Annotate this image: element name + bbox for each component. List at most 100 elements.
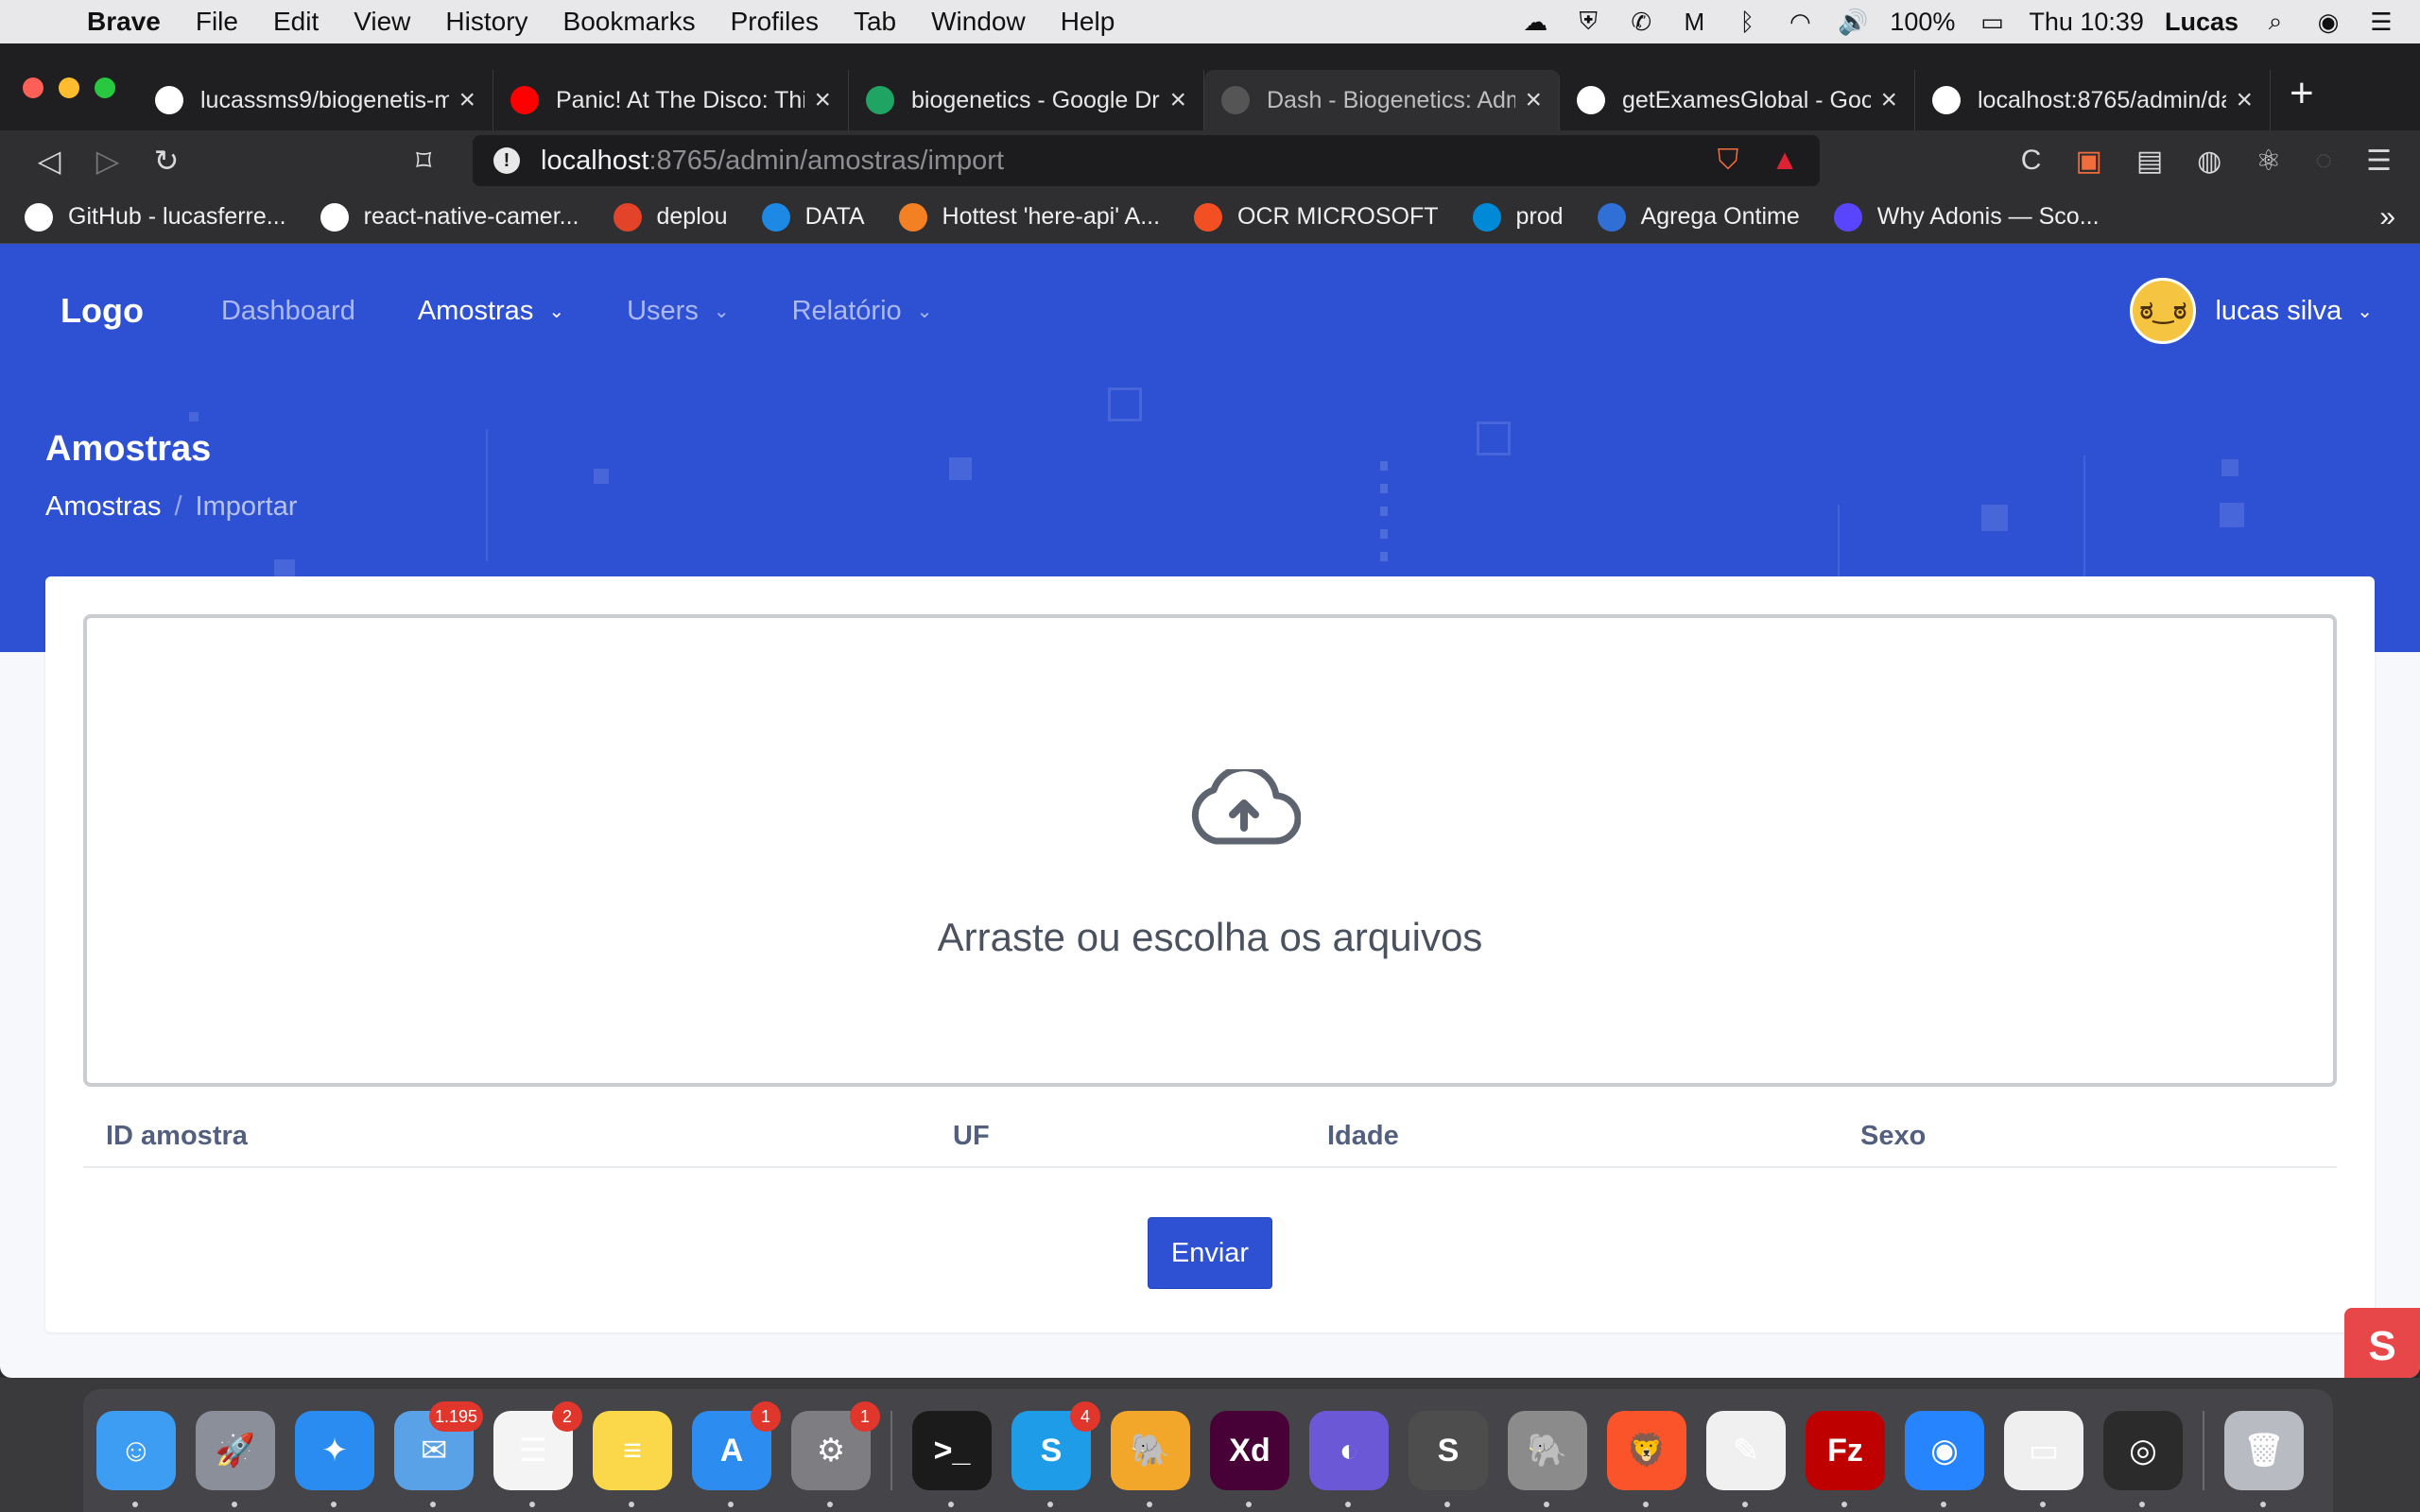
bookmark-item[interactable]: prod <box>1472 202 1564 232</box>
whatsapp-status-icon[interactable]: ✆ <box>1625 8 1657 36</box>
menu-edit[interactable]: Edit <box>273 7 319 37</box>
menu-history[interactable]: History <box>445 7 527 37</box>
bookmark-item[interactable]: DATA <box>761 202 865 232</box>
bookmark-item[interactable]: react-native-camer... <box>320 202 579 232</box>
creative-cloud-icon[interactable]: ◎ <box>2103 1411 2183 1507</box>
terminal-icon[interactable]: >_ <box>912 1411 992 1507</box>
address-bar[interactable]: ! localhost :8765/admin/amostras/import … <box>473 135 1820 186</box>
nav-relatorio-label: Relatório <box>791 295 902 326</box>
launchpad-icon[interactable]: 🚀 <box>196 1411 275 1507</box>
malwarebytes-status-icon[interactable]: M <box>1678 8 1710 36</box>
tableplus-icon[interactable]: 🐘 <box>1111 1411 1190 1507</box>
creative-cloud-status-icon[interactable]: ☁ <box>1519 8 1551 36</box>
brave-rewards-icon[interactable]: ▲ <box>1771 145 1799 177</box>
extension-c-icon[interactable]: C <box>2021 145 2042 178</box>
nav-relatorio[interactable]: Relatório ⌄ <box>792 296 933 327</box>
volume-icon[interactable]: 🔊 <box>1837 8 1869 36</box>
bookmark-item[interactable]: Agrega Ontime <box>1597 202 1800 232</box>
breadcrumb-link-amostras[interactable]: Amostras <box>45 491 161 523</box>
menu-bookmarks[interactable]: Bookmarks <box>563 7 696 37</box>
browser-tab[interactable]: Dash - Biogenetics: Adm × <box>1204 70 1560 130</box>
extension-clipboard-icon[interactable]: ▤ <box>2136 145 2163 178</box>
bluetooth-icon[interactable]: ᛒ <box>1731 8 1763 36</box>
reminders-icon[interactable]: ☰ 2 <box>493 1401 582 1507</box>
bookmark-item[interactable]: Hottest 'here-api' A... <box>898 202 1160 232</box>
sourcetree-icon[interactable]: ◉ <box>1905 1411 1984 1507</box>
menu-view[interactable]: View <box>354 7 410 37</box>
browser-menu-icon[interactable]: ☰ <box>2366 145 2392 178</box>
file-dropzone[interactable]: Arraste ou escolha os arquivos <box>83 614 2337 1087</box>
submit-button[interactable]: Enviar <box>1148 1217 1272 1289</box>
vpn-status-icon[interactable]: ⛨ <box>1572 7 1604 36</box>
browser-tab[interactable]: biogenetics - Google Dri × <box>849 70 1204 130</box>
menu-app-name[interactable]: Brave <box>87 7 161 37</box>
redux-devtools-icon[interactable]: ◌ <box>2315 145 2332 178</box>
textedit-icon[interactable]: ✎ <box>1706 1411 1786 1507</box>
site-info-icon[interactable]: ! <box>493 147 520 174</box>
menu-window[interactable]: Window <box>931 7 1026 37</box>
menu-file[interactable]: File <box>196 7 238 37</box>
close-tab-icon[interactable]: × <box>2236 84 2253 116</box>
filezilla-icon[interactable]: Fz <box>1806 1411 1885 1507</box>
breadcrumb-current: Importar <box>195 491 298 522</box>
browser-tab[interactable]: lucassms9/biogenetis-m × <box>138 70 493 130</box>
notes-icon[interactable]: ≡ <box>593 1411 672 1507</box>
react-devtools-icon[interactable]: ⚛ <box>2256 145 2281 178</box>
close-window-button[interactable] <box>23 77 43 98</box>
finder-icon[interactable]: ☺ <box>96 1411 176 1507</box>
nav-amostras[interactable]: Amostras ⌄ <box>418 296 564 327</box>
skype-icon[interactable]: S4 <box>1011 1401 1100 1507</box>
close-tab-icon[interactable]: × <box>458 84 475 116</box>
fullscreen-window-button[interactable] <box>95 77 115 98</box>
preview-icon[interactable]: ▭ <box>2004 1411 2083 1507</box>
user-menu[interactable]: ಠ‿ಠ lucas silva ⌄ <box>2130 278 2373 344</box>
notification-center-icon[interactable]: ☰ <box>2365 8 2397 36</box>
app-store-icon[interactable]: A1 <box>692 1401 781 1507</box>
back-icon[interactable]: ◁ <box>25 143 74 179</box>
safari-icon[interactable]: ✦ <box>295 1411 374 1507</box>
minimize-window-button[interactable] <box>59 77 79 98</box>
forward-icon[interactable]: ▷ <box>83 143 132 179</box>
trash-icon[interactable]: 🗑 <box>2224 1411 2304 1507</box>
mail-icon[interactable]: ✉ 1.195 <box>394 1401 483 1507</box>
floating-widget-icon[interactable]: S <box>2344 1308 2420 1378</box>
browser-tab[interactable]: Panic! At The Disco: This × <box>493 70 849 130</box>
clock[interactable]: Thu 10:39 <box>2029 8 2144 37</box>
extension-off-icon[interactable]: ▣ <box>2075 145 2101 178</box>
browser-tab[interactable]: getExamesGlobal - Goog × <box>1560 70 1915 130</box>
nav-users[interactable]: Users ⌄ <box>627 296 730 327</box>
bookmark-item[interactable]: Why Adonis — Sco... <box>1833 202 2100 232</box>
bookmark-item[interactable]: OCR MICROSOFT <box>1194 202 1439 232</box>
running-indicator <box>1444 1502 1450 1507</box>
close-tab-icon[interactable]: × <box>1169 84 1186 116</box>
close-tab-icon[interactable]: × <box>814 84 831 116</box>
logo[interactable]: Logo <box>60 291 144 331</box>
new-tab-button[interactable]: + <box>2271 70 2314 130</box>
brave-shields-icon[interactable]: ⛉ <box>1718 145 1739 177</box>
menu-tab[interactable]: Tab <box>854 7 896 37</box>
browser-tab[interactable]: localhost:8765/admin/da × <box>1915 70 2271 130</box>
battery-icon[interactable]: ▭ <box>1976 8 2008 36</box>
close-tab-icon[interactable]: × <box>1880 84 1897 116</box>
extension-circle-icon[interactable]: ◍ <box>2197 145 2221 178</box>
siri-icon[interactable]: ◉ <box>2312 8 2344 36</box>
bookmark-item[interactable]: GitHub - lucasferre... <box>25 202 286 232</box>
import-card: Arraste ou escolha os arquivos ID amostr… <box>45 576 2375 1332</box>
menu-profiles[interactable]: Profiles <box>731 7 819 37</box>
menu-help[interactable]: Help <box>1061 7 1115 37</box>
brave-icon[interactable]: 🦁 <box>1607 1411 1686 1507</box>
spotlight-search-icon[interactable]: ⌕ <box>2259 7 2291 36</box>
bookmark-item[interactable]: deplou <box>613 202 728 232</box>
bookmark-icon[interactable]: ⌑ <box>416 143 431 179</box>
current-user[interactable]: Lucas <box>2165 8 2238 37</box>
sublime-text-icon[interactable]: S <box>1409 1411 1488 1507</box>
eclipse-icon[interactable]: ◐ <box>1309 1411 1389 1507</box>
reload-icon[interactable]: ↻ <box>142 143 191 179</box>
system-preferences-icon[interactable]: ⚙ 1 <box>791 1401 880 1507</box>
more-bookmarks-icon[interactable]: » <box>2379 201 2395 233</box>
close-tab-icon[interactable]: × <box>1525 84 1542 116</box>
tableplus-elephant-icon[interactable]: 🐘 <box>1508 1411 1587 1507</box>
adobe-xd-icon[interactable]: Xd <box>1210 1411 1289 1507</box>
wifi-icon[interactable]: ◠ <box>1784 8 1816 36</box>
nav-dashboard[interactable]: Dashboard <box>221 296 355 327</box>
